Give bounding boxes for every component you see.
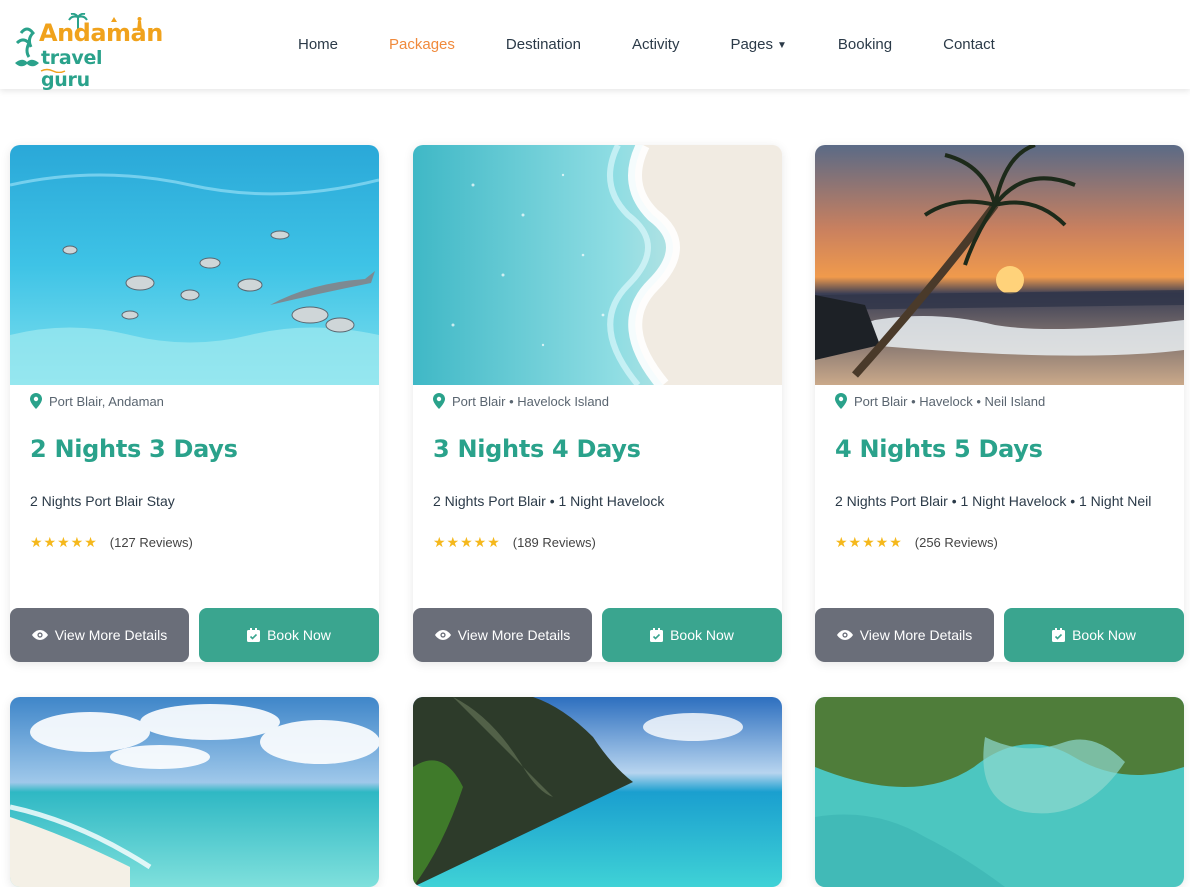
package-image-white-beach[interactable] (10, 697, 379, 887)
eye-icon (836, 629, 853, 641)
package-image-cliff-lagoon[interactable] (413, 697, 782, 887)
package-image-underwater[interactable] (10, 145, 379, 385)
package-description: 2 Nights Port Blair Stay (30, 493, 175, 509)
package-location: Port Blair • Havelock • Neil Island (835, 393, 1045, 409)
calendar-check-icon (650, 628, 664, 642)
nav-label: Booking (837, 36, 893, 53)
button-label: Book Now (670, 627, 734, 643)
button-label: View More Details (54, 627, 168, 643)
brand-name-line1: Andaman (39, 19, 163, 47)
caret-down-icon: ▼ (777, 40, 787, 51)
button-label: Book Now (267, 627, 331, 643)
nav-item-booking[interactable]: Booking (838, 36, 892, 53)
nav-item-packages[interactable]: Packages (389, 36, 455, 53)
package-image-palm-sunset[interactable] (815, 145, 1184, 385)
star-rating-icon: ★★★★★ (433, 534, 501, 550)
package-title: 3 Nights 4 Days (433, 435, 641, 463)
package-rating: ★★★★★ (256 Reviews) (835, 534, 998, 551)
star-rating-icon: ★★★★★ (30, 534, 98, 550)
main-nav: Home Packages Destination Activity Pages… (298, 0, 1046, 89)
location-pin-icon (433, 393, 445, 409)
book-now-button[interactable]: Book Now (199, 608, 379, 662)
package-location: Port Blair, Andaman (30, 393, 164, 409)
nav-label: Home (298, 36, 339, 53)
brand-name-line2: travel guru (41, 47, 103, 91)
review-count: (256 Reviews) (914, 535, 998, 550)
location-text: Port Blair • Havelock Island (452, 393, 610, 409)
nav-label: Packages (389, 36, 455, 53)
site-header: Andaman travel guru Home Packages Destin… (0, 0, 1190, 91)
location-pin-icon (30, 393, 42, 409)
book-now-button[interactable]: Book Now (602, 608, 782, 662)
location-text: Port Blair, Andaman (49, 393, 164, 409)
view-more-details-button[interactable]: View More Details (413, 608, 592, 662)
eye-icon (434, 629, 451, 641)
brand-logo[interactable]: Andaman travel guru (11, 13, 163, 91)
button-label: View More Details (859, 627, 973, 643)
package-image-sea-foam[interactable] (413, 145, 782, 385)
package-card: Port Blair • Havelock • Neil Island 4 Ni… (815, 145, 1184, 662)
nav-item-pages[interactable]: Pages ▼ (730, 36, 786, 53)
location-pin-icon (835, 393, 847, 409)
review-count: (127 Reviews) (109, 535, 193, 550)
package-description: 2 Nights Port Blair • 1 Night Havelock •… (835, 493, 1152, 509)
star-rating-icon: ★★★★★ (835, 534, 903, 550)
package-description: 2 Nights Port Blair • 1 Night Havelock (433, 493, 665, 509)
nav-item-home[interactable]: Home (298, 36, 338, 53)
nav-item-destination[interactable]: Destination (506, 36, 581, 53)
package-rating: ★★★★★ (189 Reviews) (433, 534, 596, 551)
nav-label: Pages (730, 36, 773, 53)
view-more-details-button[interactable]: View More Details (10, 608, 189, 662)
nav-label: Destination (505, 36, 581, 53)
package-rating: ★★★★★ (127 Reviews) (30, 534, 193, 551)
eye-icon (31, 629, 48, 641)
nav-item-contact[interactable]: Contact (943, 36, 995, 53)
package-title: 4 Nights 5 Days (835, 435, 1043, 463)
button-label: View More Details (457, 627, 571, 643)
location-text: Port Blair • Havelock • Neil Island (854, 393, 1046, 409)
nav-item-activity[interactable]: Activity (632, 36, 680, 53)
package-card: Port Blair • Havelock Island 3 Nights 4 … (413, 145, 782, 662)
view-more-details-button[interactable]: View More Details (815, 608, 994, 662)
package-image-aerial-reef[interactable] (815, 697, 1184, 887)
nav-label: Activity (631, 36, 680, 53)
package-location: Port Blair • Havelock Island (433, 393, 609, 409)
button-label: Book Now (1072, 627, 1136, 643)
package-card: Port Blair, Andaman 2 Nights 3 Days 2 Ni… (10, 145, 379, 662)
review-count: (189 Reviews) (512, 535, 596, 550)
calendar-check-icon (1052, 628, 1066, 642)
calendar-check-icon (247, 628, 261, 642)
nav-label: Contact (943, 36, 995, 53)
book-now-button[interactable]: Book Now (1004, 608, 1184, 662)
package-title: 2 Nights 3 Days (30, 435, 238, 463)
